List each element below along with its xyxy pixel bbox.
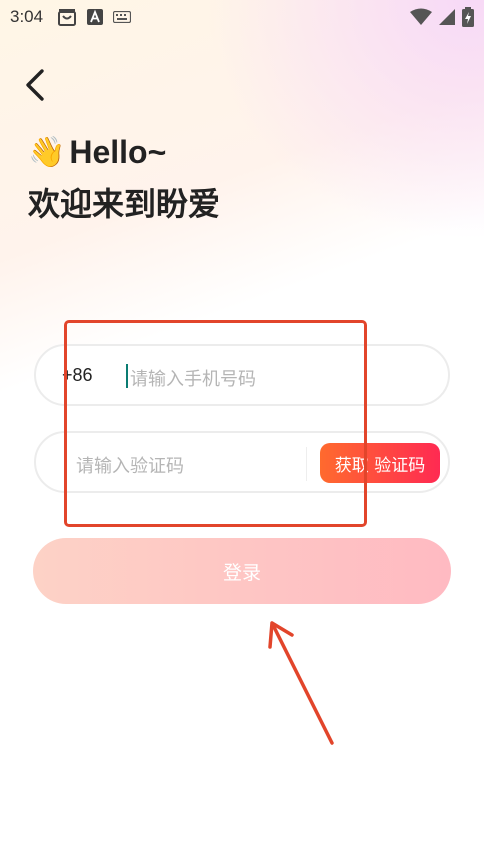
wifi-icon bbox=[410, 8, 432, 25]
login-button[interactable]: 登录 bbox=[33, 538, 451, 604]
status-time: 3:04 bbox=[10, 7, 44, 26]
status-notification-icons bbox=[57, 8, 132, 26]
a-box-icon bbox=[87, 9, 104, 25]
shopping-bag-icon bbox=[58, 9, 77, 26]
annotation-arrow-icon bbox=[268, 621, 334, 745]
status-bar: 3:04 bbox=[0, 0, 484, 34]
keyboard-icon bbox=[113, 11, 132, 23]
hello-text: Hello~ bbox=[69, 134, 167, 170]
country-code[interactable]: +86 bbox=[62, 365, 93, 386]
hello-heading: 👋 Hello~ bbox=[28, 134, 220, 171]
signal-icon bbox=[439, 9, 455, 25]
code-placeholder: 请输入验证码 bbox=[76, 456, 184, 477]
verification-code-input[interactable]: 请输入验证码 获取 验证码 bbox=[34, 431, 450, 493]
welcome-heading: 欢迎来到盼爱 bbox=[28, 185, 221, 223]
phone-input[interactable]: +86 请输入手机号码 bbox=[34, 344, 450, 406]
field-divider bbox=[306, 447, 307, 481]
waving-hand-icon: 👋 bbox=[28, 136, 66, 169]
phone-placeholder: 请输入手机号码 bbox=[130, 369, 256, 390]
status-system-icons bbox=[410, 7, 474, 27]
background-tint bbox=[184, 0, 484, 260]
back-button[interactable] bbox=[20, 66, 54, 104]
get-code-button[interactable]: 获取 验证码 bbox=[320, 443, 440, 483]
battery-charging-icon bbox=[462, 7, 474, 27]
greeting: 👋 Hello~ 欢迎来到盼爱 bbox=[28, 134, 220, 225]
text-cursor bbox=[126, 364, 128, 388]
